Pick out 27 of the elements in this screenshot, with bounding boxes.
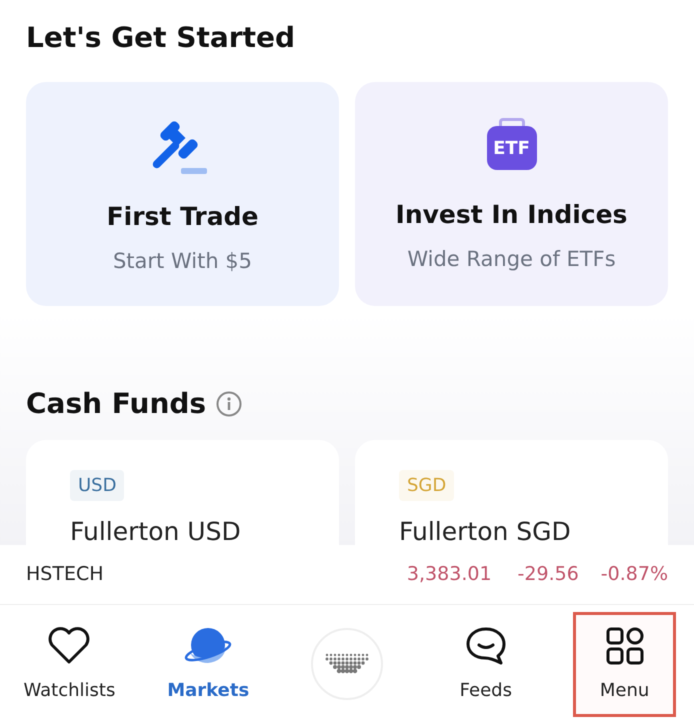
heart-icon: [47, 626, 92, 664]
nav-tab[interactable]: Watchlists: [1, 616, 138, 712]
feature-card[interactable]: ETF Invest In Indices Wide Range of ETFs: [355, 82, 668, 306]
ticker-symbol: HSTECH: [26, 562, 105, 588]
nav-tab[interactable]: Feeds: [438, 616, 534, 712]
card-subtitle: Start With $5: [112, 248, 252, 274]
fund-name: Fullerton USD: [70, 516, 242, 545]
nav-tab[interactable]: Menu: [578, 616, 672, 712]
feature-card[interactable]: First Trade Start With $5: [26, 82, 339, 306]
card-title: First Trade: [106, 201, 258, 233]
fund-name: Fullerton SGD: [399, 516, 572, 545]
section-title: Let's Get Started: [26, 20, 296, 56]
section-title: Cash Funds: [26, 386, 206, 422]
info-icon[interactable]: [216, 391, 242, 417]
menu-icon: [606, 626, 644, 664]
ticker-change: -29.56: [518, 562, 579, 588]
chat-icon: [464, 626, 507, 666]
nav-tab[interactable]: Markets: [145, 616, 272, 712]
ticker-percent: -0.87%: [600, 562, 668, 588]
fund-card[interactable]: SGD Fullerton SGD: [355, 440, 668, 545]
currency-tag: SGD: [399, 470, 454, 501]
fund-card[interactable]: USD Fullerton USD: [26, 440, 339, 545]
ticker-price: 3,383.01: [406, 562, 492, 588]
card-title: Invest In Indices: [396, 199, 628, 231]
dotted-orb-icon: [324, 653, 369, 675]
currency-tag: USD: [70, 470, 124, 501]
card-subtitle: Wide Range of ETFs: [407, 246, 616, 272]
